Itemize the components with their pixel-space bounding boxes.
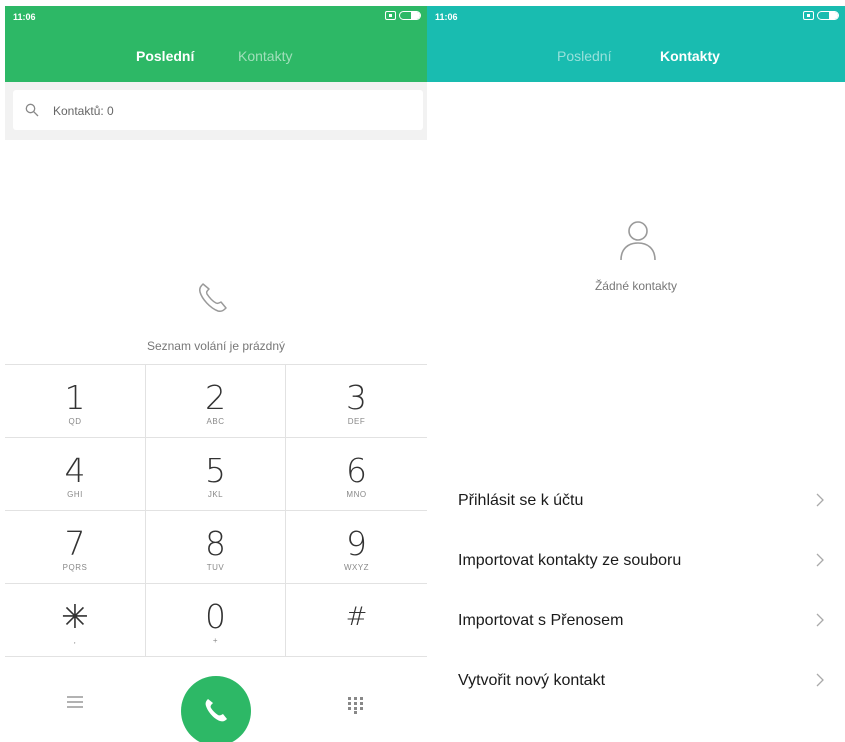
menu-icon[interactable]: [67, 696, 83, 708]
contacts-screen: 11:06 Poslední Kontakty Žádné kontakty P…: [427, 6, 845, 742]
chevron-right-icon: [816, 673, 824, 687]
key-3[interactable]: 3 DEF: [286, 365, 427, 438]
empty-calls-message: Seznam volání je prázdný: [146, 339, 286, 353]
phone-icon: [199, 283, 227, 312]
key-star[interactable]: ✳,: [5, 584, 146, 657]
battery-icon: [817, 11, 839, 20]
key-letters: MNO: [346, 490, 367, 499]
chevron-right-icon: [816, 493, 824, 507]
action-label: Vytvořit nový kontakt: [458, 672, 606, 689]
call-icon: [205, 699, 227, 722]
action-label: Importovat kontakty ze souboru: [458, 552, 682, 569]
battery-icon: [399, 11, 421, 20]
key-letters: DEF: [347, 417, 366, 426]
tab-recent[interactable]: Poslední: [136, 48, 194, 64]
action-create-contact[interactable]: Vytvořit nový kontakt: [427, 652, 845, 712]
status-time: 11:06: [435, 12, 458, 22]
tab-contacts[interactable]: Kontakty: [238, 48, 292, 64]
key-digit: 5: [205, 451, 226, 490]
key-6[interactable]: 6 MNO: [286, 438, 427, 511]
dialer-screen: 11:06 Poslední Kontakty Kontaktů: 0 Sezn…: [5, 6, 427, 742]
action-import-transfer[interactable]: Importovat s Přenosem: [427, 592, 845, 652]
sim-icon: [803, 11, 814, 20]
key-letters: +: [212, 636, 219, 645]
dialpad-icon[interactable]: [347, 696, 365, 714]
search-input[interactable]: Kontaktů: 0: [13, 90, 423, 130]
key-5[interactable]: 5 JKL: [146, 438, 286, 511]
key-digit: 1: [64, 378, 86, 417]
key-digit: 6: [346, 451, 367, 490]
no-contacts-message: Žádné kontakty: [594, 279, 678, 293]
keypad: 1 QD 2 ABC 3 DEF 4 GHI 5 JKL 6 MNO 7 PQRS 8 TUV …: [5, 364, 427, 658]
chevron-right-icon: [816, 613, 824, 627]
key-letters: WXYZ: [343, 563, 370, 572]
action-sign-in-account[interactable]: Přihlásit se k účtu: [427, 472, 845, 532]
search-icon: [25, 103, 39, 117]
key-letters: PQRS: [62, 563, 88, 572]
app-bar: 11:06 Poslední Kontakty: [5, 6, 427, 82]
dialer-bottom-bar: [5, 658, 427, 742]
action-label: Přihlásit se k účtu: [458, 492, 584, 509]
key-2[interactable]: 2 ABC: [146, 365, 286, 438]
key-digit: 4: [64, 451, 86, 490]
status-icons: [385, 11, 421, 20]
search-area: Kontaktů: 0: [5, 82, 427, 140]
key-digit: 2: [205, 378, 226, 417]
key-digit: 9: [346, 524, 367, 563]
action-import-from-file[interactable]: Importovat kontakty ze souboru: [427, 532, 845, 592]
tab-recent[interactable]: Poslední: [557, 48, 611, 64]
key-letters: QD: [68, 417, 82, 426]
key-4[interactable]: 4 GHI: [5, 438, 146, 511]
person-icon: [620, 221, 656, 261]
key-digit: 8: [205, 524, 226, 563]
key-letters: TUV: [206, 563, 225, 572]
search-placeholder: Kontaktů: 0: [53, 104, 114, 118]
sim-icon: [385, 11, 396, 20]
key-hash[interactable]: #: [286, 584, 427, 657]
call-button[interactable]: [181, 676, 251, 742]
key-digit: 7: [64, 524, 86, 563]
key-7[interactable]: 7 PQRS: [5, 511, 146, 584]
key-digit: 0: [205, 597, 226, 636]
tab-contacts[interactable]: Kontakty: [660, 48, 720, 64]
app-bar: 11:06 Poslední Kontakty: [427, 6, 845, 82]
key-letters: GHI: [67, 490, 83, 499]
key-letters: ,: [73, 636, 77, 645]
key-digit: 3: [346, 378, 367, 417]
key-digit: #: [345, 602, 368, 632]
key-letters: ABC: [206, 417, 225, 426]
status-icons: [803, 11, 839, 20]
status-time: 11:06: [13, 12, 36, 22]
key-9[interactable]: 9 WXYZ: [286, 511, 427, 584]
chevron-right-icon: [816, 553, 824, 567]
action-label: Importovat s Přenosem: [458, 612, 624, 629]
key-digit: ✳: [61, 597, 89, 636]
key-1[interactable]: 1 QD: [5, 365, 146, 438]
key-8[interactable]: 8 TUV: [146, 511, 286, 584]
key-letters: JKL: [207, 490, 224, 499]
key-0[interactable]: 0 +: [146, 584, 286, 657]
